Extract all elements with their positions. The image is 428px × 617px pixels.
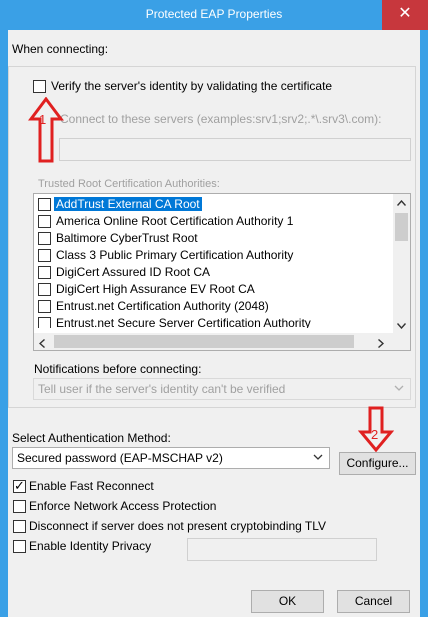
chevron-down-icon bbox=[313, 450, 323, 467]
cancel-button[interactable]: Cancel bbox=[337, 590, 410, 613]
cert-checkbox[interactable] bbox=[38, 198, 51, 211]
cert-checkbox[interactable] bbox=[38, 232, 51, 245]
cert-checkbox[interactable] bbox=[38, 317, 51, 328]
when-connecting-label: When connecting: bbox=[12, 42, 109, 56]
cryptobinding-checkbox[interactable] bbox=[13, 520, 26, 533]
cert-list-item[interactable]: Entrust.net Secure Server Certification … bbox=[34, 315, 410, 328]
cert-checkbox[interactable] bbox=[38, 266, 51, 279]
cert-list-horizontal-scrollbar[interactable] bbox=[34, 333, 410, 350]
identity-privacy-input[interactable] bbox=[187, 538, 377, 561]
connect-servers-label: Connect to these servers (examples:srv1;… bbox=[60, 112, 382, 126]
servers-input[interactable] bbox=[59, 138, 411, 161]
cryptobinding-label: Disconnect if server does not present cr… bbox=[29, 519, 327, 533]
cert-list-item[interactable]: DigiCert High Assurance EV Root CA bbox=[34, 281, 410, 298]
dialog-body: When connecting: Verify the server's ide… bbox=[8, 30, 420, 617]
scroll-right-icon[interactable] bbox=[378, 337, 385, 350]
scroll-left-icon[interactable] bbox=[38, 337, 45, 350]
fast-reconnect-label: Enable Fast Reconnect bbox=[29, 479, 154, 493]
cert-list-item[interactable]: Baltimore CyberTrust Root bbox=[34, 230, 410, 247]
verify-server-label: Verify the server's identity by validati… bbox=[51, 79, 333, 93]
cert-name: AddTrust External CA Root bbox=[54, 197, 202, 211]
annotation-marker-2: 2 bbox=[371, 427, 379, 442]
nap-label: Enforce Network Access Protection bbox=[29, 499, 217, 513]
cert-name: Entrust.net Certification Authority (204… bbox=[56, 299, 269, 313]
cert-name: Baltimore CyberTrust Root bbox=[56, 231, 198, 245]
notifications-label: Notifications before connecting: bbox=[34, 362, 202, 376]
cert-checkbox[interactable] bbox=[38, 283, 51, 296]
cert-checkbox[interactable] bbox=[38, 300, 51, 313]
cert-name: Entrust.net Secure Server Certification … bbox=[56, 316, 311, 328]
cert-name: Class 3 Public Primary Certification Aut… bbox=[56, 248, 294, 262]
notifications-dropdown[interactable]: Tell user if the server's identity can't… bbox=[33, 378, 411, 400]
verify-server-checkbox[interactable] bbox=[33, 80, 46, 93]
cert-list-item[interactable]: AddTrust External CA Root bbox=[34, 196, 410, 213]
cert-list-item[interactable]: Entrust.net Certification Authority (204… bbox=[34, 298, 410, 315]
configure-button[interactable]: Configure... bbox=[339, 452, 416, 475]
horizontal-scroll-thumb[interactable] bbox=[54, 335, 354, 348]
identity-privacy-checkbox[interactable] bbox=[13, 540, 26, 553]
cert-list-item[interactable]: America Online Root Certification Author… bbox=[34, 213, 410, 230]
auth-method-value: Secured password (EAP-MSCHAP v2) bbox=[17, 451, 223, 465]
fast-reconnect-checkbox[interactable] bbox=[13, 478, 26, 494]
vertical-scroll-thumb[interactable] bbox=[395, 213, 408, 241]
cert-name: DigiCert High Assurance EV Root CA bbox=[56, 282, 255, 296]
cert-list-item[interactable]: DigiCert Assured ID Root CA bbox=[34, 264, 410, 281]
scroll-down-icon[interactable] bbox=[396, 318, 407, 332]
auth-method-dropdown[interactable]: Secured password (EAP-MSCHAP v2) bbox=[12, 447, 330, 469]
annotation-arrow-up-icon bbox=[28, 96, 64, 163]
cert-listbox[interactable]: AddTrust External CA Root America Online… bbox=[33, 193, 411, 351]
identity-privacy-label: Enable Identity Privacy bbox=[29, 539, 152, 553]
chevron-down-icon bbox=[394, 381, 404, 398]
window-title: Protected EAP Properties bbox=[145, 7, 283, 21]
cert-name: America Online Root Certification Author… bbox=[56, 214, 294, 228]
notifications-value: Tell user if the server's identity can't… bbox=[38, 382, 286, 396]
trusted-root-label: Trusted Root Certification Authorities: bbox=[38, 178, 220, 190]
nap-checkbox[interactable] bbox=[13, 500, 26, 513]
annotation-marker-1: 1 bbox=[39, 112, 47, 127]
auth-method-label: Select Authentication Method: bbox=[12, 431, 171, 445]
cert-list-vertical-scrollbar[interactable] bbox=[393, 194, 410, 333]
title-bar: Protected EAP Properties ✕ bbox=[0, 0, 428, 30]
cert-checkbox[interactable] bbox=[38, 249, 51, 262]
cert-name: DigiCert Assured ID Root CA bbox=[56, 265, 211, 279]
close-button[interactable]: ✕ bbox=[382, 0, 428, 30]
cert-checkbox[interactable] bbox=[38, 215, 51, 228]
cert-list-item[interactable]: Class 3 Public Primary Certification Aut… bbox=[34, 247, 410, 264]
ok-button[interactable]: OK bbox=[251, 590, 324, 613]
scroll-up-icon[interactable] bbox=[396, 198, 407, 209]
